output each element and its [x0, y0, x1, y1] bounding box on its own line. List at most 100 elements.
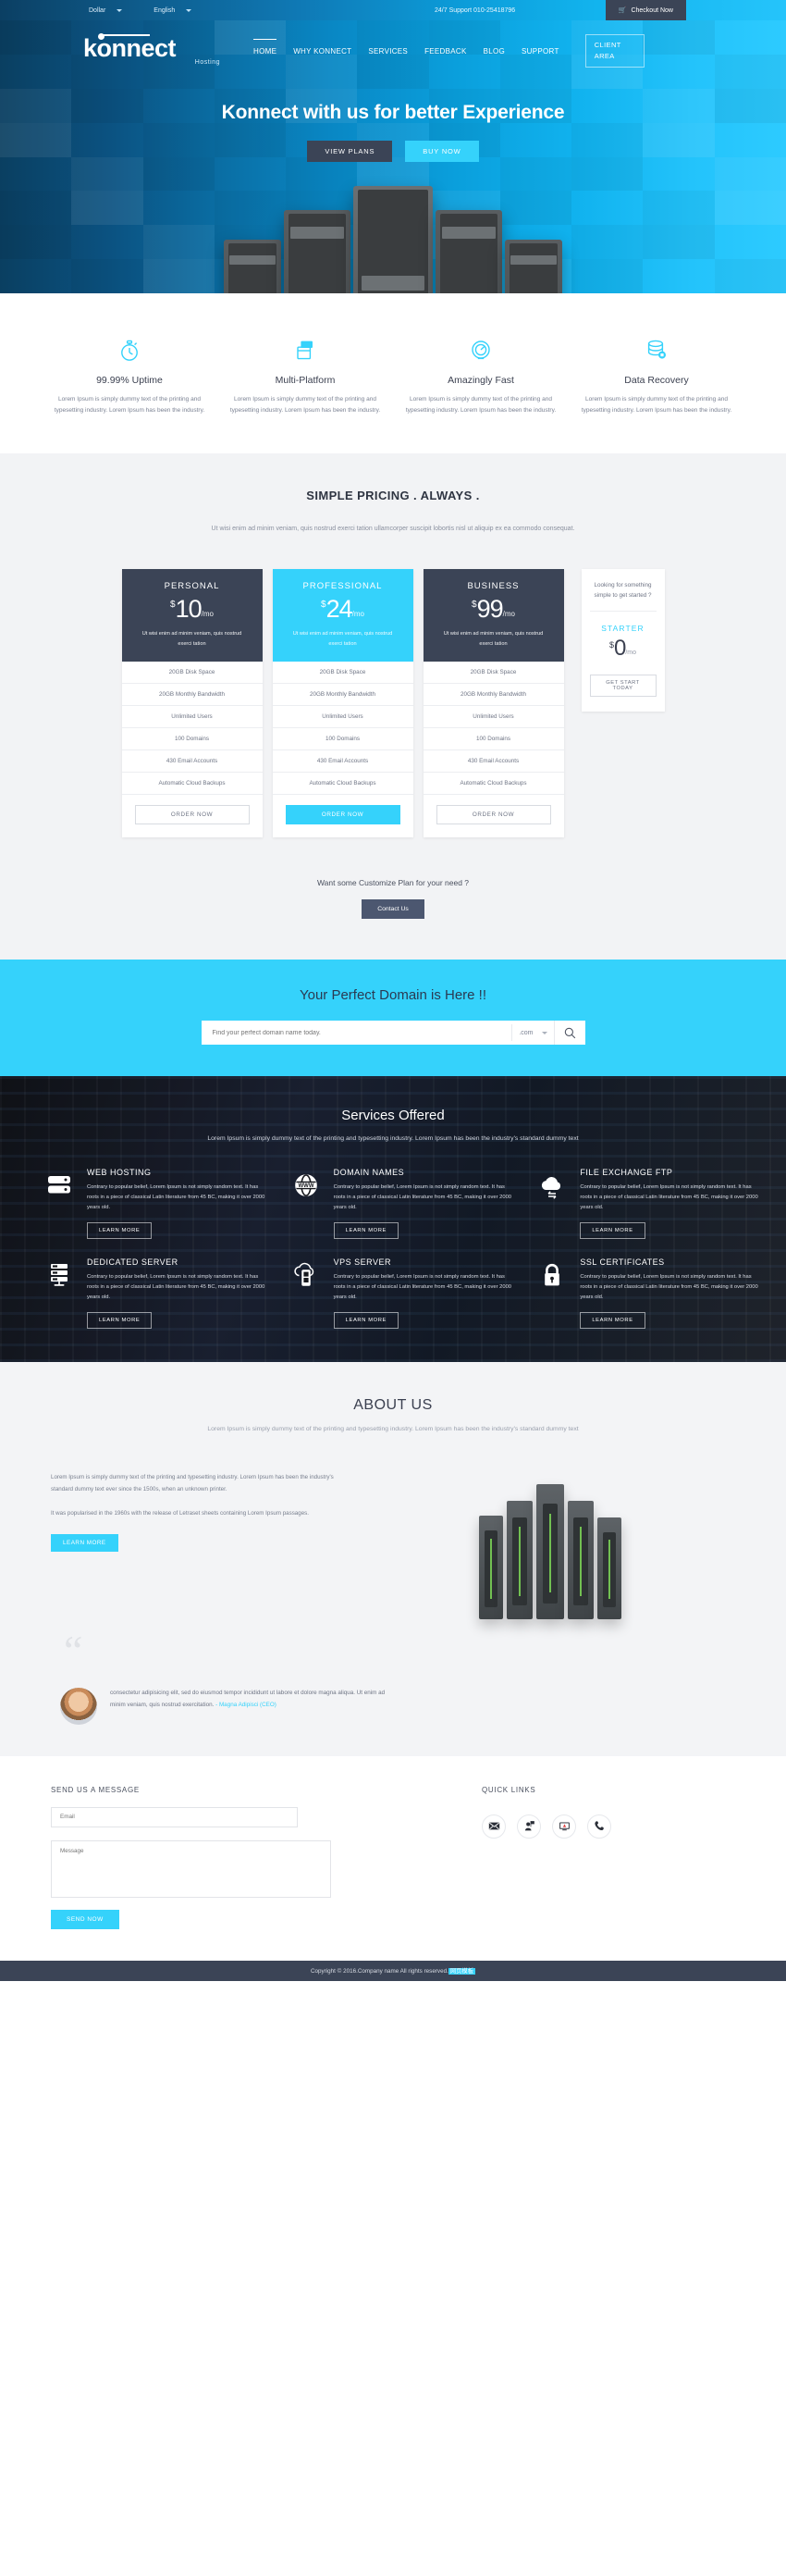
domain-search-input[interactable]: [201, 1029, 512, 1036]
plan-feature: 20GB Monthly Bandwidth: [423, 684, 564, 707]
quick-link-email[interactable]: [482, 1814, 506, 1839]
plan-feature: 20GB Disk Space: [121, 662, 263, 685]
feature-title: Multi-Platform: [275, 375, 336, 386]
feature-title: 99.99% Uptime: [96, 375, 163, 386]
contact-row: SEND US A MESSAGE SEND NOW QUICK LINKS: [51, 1786, 735, 1929]
starter-name: STARTER: [601, 624, 645, 634]
order-now-button[interactable]: ORDER NOW: [436, 805, 551, 825]
plan-feature: Automatic Cloud Backups: [272, 773, 413, 796]
checkout-now-button[interactable]: 🛒 Checkout Now: [605, 0, 686, 20]
learn-more-button[interactable]: LEARN MORE: [333, 1221, 399, 1239]
plan-amount: 10: [175, 595, 203, 624]
features-section: 99.99% Uptime Lorem Ipsum is simply dumm…: [0, 293, 786, 454]
testimonial-row: consectetur adipisicing elit, sed do eiu…: [51, 1687, 735, 1725]
plan-cta: ORDER NOW: [424, 795, 564, 837]
checkout-label: Checkout Now: [631, 6, 673, 14]
learn-more-button[interactable]: LEARN MORE: [87, 1221, 153, 1239]
message-field[interactable]: [51, 1839, 331, 1898]
service-body: SSL CERTIFICATES Contrary to popular bel…: [580, 1257, 758, 1329]
view-plans-button[interactable]: VIEW PLANS: [307, 141, 393, 162]
email-field[interactable]: [51, 1806, 298, 1827]
get-start-today-button[interactable]: GET START TODAY: [589, 675, 657, 698]
plan-period: /mo: [201, 610, 214, 619]
contact-us-button[interactable]: Contact Us: [362, 899, 424, 920]
pricing-subtitle: Ut wisi enim ad minim veniam, quis nostr…: [211, 526, 575, 533]
nav-item-feedback[interactable]: FEEDBACK: [423, 43, 469, 60]
order-now-button[interactable]: ORDER NOW: [285, 805, 400, 825]
client-area-button[interactable]: CLIENT AREA: [584, 34, 645, 68]
service-name: DOMAIN NAMES: [333, 1167, 405, 1177]
nav-item-why-konnect[interactable]: WHY KONNECT: [291, 43, 353, 60]
quick-link-phone[interactable]: [587, 1814, 611, 1839]
plan-feature: Unlimited Users: [121, 706, 263, 729]
footer-copyright: Copyright © 2016.Company name All rights…: [310, 1966, 476, 1975]
features-row: 99.99% Uptime Lorem Ipsum is simply dumm…: [42, 336, 744, 416]
logo[interactable]: konnect Hosting: [83, 33, 231, 66]
learn-more-button[interactable]: LEARN MORE: [333, 1311, 399, 1329]
plan-name: PROFESSIONAL: [302, 581, 383, 592]
language-selector[interactable]: English: [154, 6, 192, 14]
feature-card-recovery: Data Recovery Lorem Ipsum is simply dumm…: [569, 336, 744, 416]
domain-search-button[interactable]: [553, 1021, 585, 1046]
quote-icon: “: [64, 1627, 83, 1675]
send-now-button[interactable]: SEND NOW: [51, 1909, 119, 1929]
plan-name: BUSINESS: [467, 581, 520, 592]
service-card-vps-server: VPS SERVER Contrary to popular belief, L…: [275, 1257, 512, 1329]
service-desc: Contrary to popular belief, Lorem Ipsum …: [333, 1183, 512, 1211]
tld-label: .com: [519, 1029, 534, 1036]
quick-link-monitor[interactable]: [552, 1814, 576, 1839]
starter-price: $ 0 /mo: [590, 638, 657, 660]
order-now-button[interactable]: ORDER NOW: [134, 805, 250, 825]
plan-amount: 99: [476, 595, 504, 624]
nav-item-support[interactable]: SUPPORT: [520, 43, 561, 60]
currency-selector[interactable]: Dollar: [89, 7, 123, 14]
about-learn-more-button[interactable]: LEARN MORE: [51, 1534, 118, 1553]
buy-now-button[interactable]: BUY NOW: [405, 141, 479, 162]
speedometer-icon: [404, 336, 558, 364]
client-area-line1: CLIENT: [594, 41, 621, 50]
footer: Copyright © 2016.Company name All rights…: [0, 1960, 786, 1981]
nav-item-blog[interactable]: BLOG: [482, 43, 507, 60]
quick-links-title: QUICK LINKS: [482, 1785, 536, 1794]
about-text: Lorem Ipsum is simply dummy text of the …: [51, 1467, 338, 1553]
plan-feature: 20GB Disk Space: [423, 662, 564, 685]
quick-link-support[interactable]: [517, 1814, 541, 1839]
service-name: SSL CERTIFICATES: [580, 1257, 665, 1267]
plan-card-starter: Looking for something simple to get star…: [581, 569, 665, 712]
plan-feature: Unlimited Users: [423, 706, 564, 729]
plan-name: PERSONAL: [164, 581, 220, 592]
avatar: [60, 1687, 97, 1725]
globe-www-icon: WWW: [288, 1168, 325, 1239]
main-navigation: konnect Hosting HOME WHY KONNECT SERVICE…: [0, 20, 786, 81]
plan-feature: 20GB Monthly Bandwidth: [121, 684, 263, 707]
starter-period: /mo: [625, 650, 637, 657]
hero-section: konnect Hosting HOME WHY KONNECT SERVICE…: [0, 20, 786, 293]
plan-note: Ut wisi enim ad minim veniam, quis nostr…: [292, 631, 393, 647]
copyright-text: Copyright © 2016.Company name All rights…: [310, 1968, 448, 1975]
chevron-down-icon: [541, 1031, 547, 1034]
service-name: FILE EXCHANGE FTP: [580, 1167, 673, 1177]
about-section: ABOUT US Lorem Ipsum is simply dummy tex…: [0, 1361, 786, 1620]
cart-icon: 🛒: [618, 7, 627, 14]
phone-icon: [594, 1821, 604, 1831]
about-subtitle: Lorem Ipsum is simply dummy text of the …: [207, 1425, 579, 1432]
feature-card-uptime: 99.99% Uptime Lorem Ipsum is simply dumm…: [42, 336, 217, 416]
hero-body: Konnect with us for better Experience VI…: [0, 102, 786, 162]
logo-text: konnect: [83, 33, 231, 61]
learn-more-button[interactable]: LEARN MORE: [580, 1311, 645, 1329]
nav-item-services[interactable]: SERVICES: [366, 43, 410, 60]
plan-note: Ut wisi enim ad minim veniam, quis nostr…: [141, 631, 242, 647]
plan-header: BUSINESS $ 99 /mo Ut wisi enim ad minim …: [423, 569, 564, 663]
nav-item-home[interactable]: HOME: [252, 38, 278, 60]
tld-selector[interactable]: .com: [511, 1024, 553, 1042]
learn-more-button[interactable]: LEARN MORE: [87, 1311, 153, 1329]
pricing-plans: PERSONAL $ 10 /mo Ut wisi enim ad minim …: [0, 569, 786, 838]
service-name: WEB HOSTING: [87, 1167, 152, 1177]
language-label: English: [154, 6, 176, 14]
hero-title: Konnect with us for better Experience: [221, 102, 565, 123]
plan-feature: 100 Domains: [272, 728, 413, 751]
learn-more-button[interactable]: LEARN MORE: [580, 1221, 645, 1239]
custom-plan-line: Want some Customize Plan for your need ?: [316, 878, 470, 888]
plan-price: $ 99 /mo: [433, 597, 555, 622]
services-grid: WEB HOSTING Contrary to popular belief, …: [28, 1168, 758, 1329]
